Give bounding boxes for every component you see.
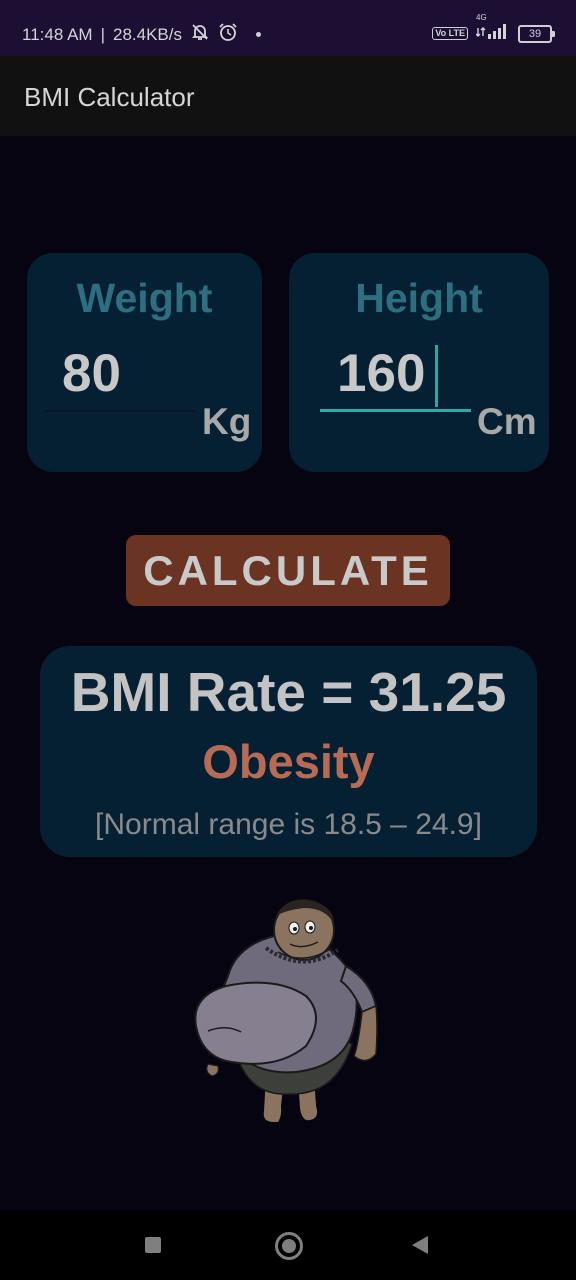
weight-card: Weight 80 Kg	[27, 253, 262, 472]
height-input-underline	[320, 409, 471, 412]
volte-icon: Vo LTE	[432, 27, 468, 40]
battery-icon: 39	[518, 24, 555, 43]
recents-square-icon	[145, 1237, 161, 1253]
network-type: 4G	[476, 13, 487, 22]
app-bar: BMI Calculator	[0, 56, 576, 136]
height-label: Height	[355, 275, 483, 321]
result-card: BMI Rate = 31.25 Obesity [Normal range i…	[40, 646, 537, 857]
normal-range-note: [Normal range is 18.5 – 24.9]	[95, 808, 482, 841]
back-button[interactable]	[390, 1210, 450, 1280]
weight-unit: Kg	[202, 401, 252, 442]
height-unit: Cm	[477, 401, 537, 442]
back-triangle-icon	[412, 1236, 428, 1254]
text-cursor	[435, 345, 438, 407]
status-separator: |	[100, 24, 105, 44]
alarm-icon	[218, 22, 238, 47]
recents-button[interactable]	[123, 1210, 183, 1280]
app-title: BMI Calculator	[24, 82, 195, 112]
status-right: Vo LTE 4G 39	[432, 13, 555, 45]
signal-icon: 4G	[475, 13, 510, 45]
bmi-category: Obesity	[202, 735, 375, 788]
status-net-speed: 28.4KB/s	[113, 24, 182, 44]
battery-level: 39	[528, 27, 542, 40]
weight-input-underline	[45, 410, 195, 412]
calculate-button[interactable]: CALCULATE	[126, 535, 450, 606]
navigation-bar	[0, 1210, 576, 1280]
height-card: Height 160 Cm	[289, 253, 549, 472]
obesity-illustration	[186, 896, 390, 1132]
dot-icon	[256, 32, 261, 37]
status-time: 11:48 AM	[22, 24, 93, 44]
weight-input[interactable]: 80	[62, 343, 121, 404]
home-button[interactable]	[258, 1210, 318, 1280]
status-bar: 11:48 AM | 28.4KB/s Vo LTE 4G 39	[0, 0, 576, 56]
weight-label: Weight	[76, 275, 213, 321]
height-input[interactable]: 160	[337, 343, 425, 404]
mute-bell-icon	[190, 22, 210, 47]
status-left: 11:48 AM | 28.4KB/s	[22, 22, 261, 47]
home-circle-icon	[275, 1232, 303, 1260]
bmi-rate-text: BMI Rate = 31.25	[70, 661, 507, 723]
